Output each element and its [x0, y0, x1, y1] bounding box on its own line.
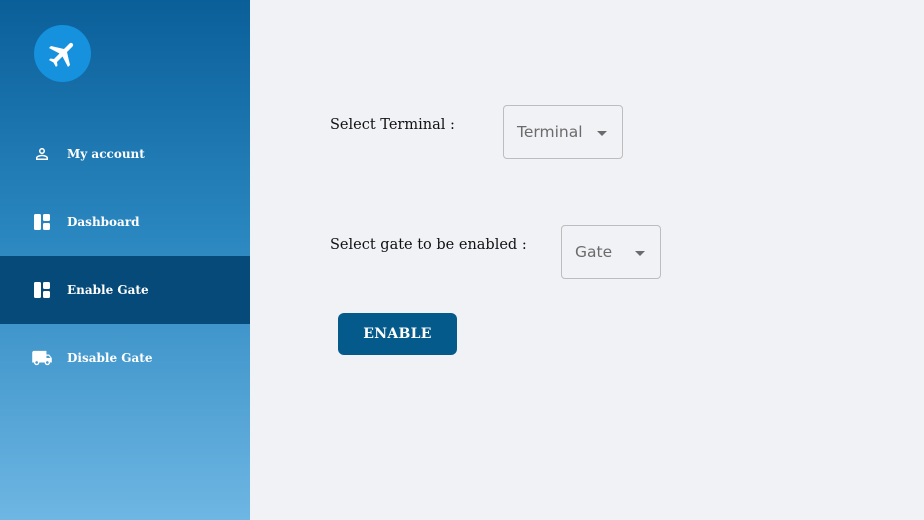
sidebar-item-dashboard[interactable]: Dashboard: [0, 188, 250, 256]
truck-icon: [31, 348, 53, 368]
gate-select-value: Gate: [575, 243, 613, 261]
enable-button[interactable]: ENABLE: [338, 313, 457, 355]
terminal-label: Select Terminal :: [330, 117, 455, 133]
person-icon: [32, 144, 52, 164]
terminal-select[interactable]: Terminal: [503, 105, 623, 159]
chevron-down-icon: [635, 251, 645, 256]
sidebar-item-label: Enable Gate: [67, 283, 149, 297]
airplane-icon: [48, 42, 73, 67]
sidebar: My account Dashboard Enable Gate Disable…: [0, 0, 250, 520]
gate-select[interactable]: Gate: [561, 225, 661, 279]
gate-label: Select gate to be enabled :: [330, 237, 527, 253]
sidebar-item-disable-gate[interactable]: Disable Gate: [0, 324, 250, 392]
sidebar-item-my-account[interactable]: My account: [0, 120, 250, 188]
app-logo[interactable]: [34, 25, 91, 82]
chevron-down-icon: [597, 131, 607, 136]
sidebar-item-enable-gate[interactable]: Enable Gate: [0, 256, 250, 324]
sidebar-item-label: Disable Gate: [67, 351, 153, 365]
sidebar-item-label: Dashboard: [67, 215, 140, 229]
dashboard-icon: [32, 280, 52, 300]
dashboard-icon: [32, 212, 52, 232]
terminal-select-value: Terminal: [517, 123, 583, 141]
sidebar-item-label: My account: [67, 147, 145, 161]
